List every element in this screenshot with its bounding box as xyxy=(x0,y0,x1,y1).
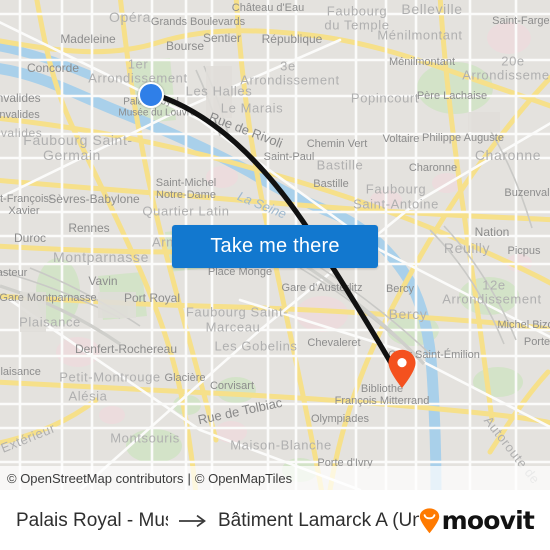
openmaptiles-attribution-link[interactable]: © OpenMapTiles xyxy=(195,471,292,486)
map-canvas[interactable]: Opéra Grands Boulevards Château d'Eau Faubo… xyxy=(0,0,550,490)
origin-marker-dot[interactable] xyxy=(138,82,164,108)
moovit-trip-map-screen: Opéra Grands Boulevards Château d'Eau Faubo… xyxy=(0,0,550,550)
arrow-right-icon xyxy=(178,514,208,528)
moovit-pin-icon xyxy=(419,507,440,534)
route-summary[interactable]: Palais Royal - Musé… Bâtiment Lamarck A … xyxy=(16,510,419,532)
osm-attribution-link[interactable]: © OpenStreetMap contributors xyxy=(7,471,184,486)
trip-bottom-bar: Palais Royal - Musé… Bâtiment Lamarck A … xyxy=(0,490,550,550)
map-attribution: © OpenStreetMap contributors | © OpenMap… xyxy=(0,466,550,490)
origin-label: Palais Royal - Musé… xyxy=(16,509,168,531)
take-me-there-label: Take me there xyxy=(210,235,340,257)
moovit-wordmark: moovit xyxy=(441,506,535,535)
destination-label: Bâtiment Lamarck A (Unive… xyxy=(217,509,419,531)
moovit-logo[interactable]: moovit xyxy=(419,506,535,535)
take-me-there-button[interactable]: Take me there xyxy=(172,225,378,268)
attribution-separator: | xyxy=(187,470,191,486)
destination-marker-pin[interactable] xyxy=(387,349,417,389)
